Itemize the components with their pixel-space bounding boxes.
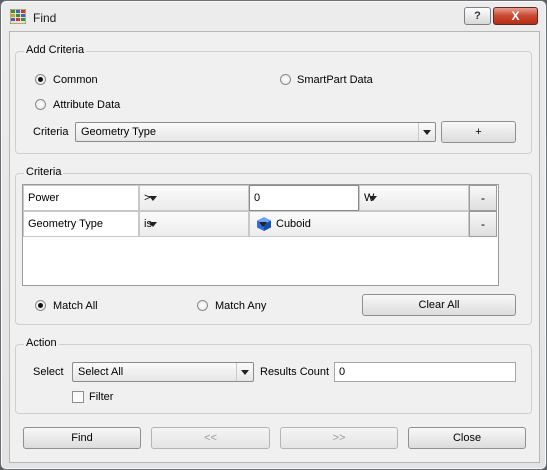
add-criteria-group: Add Criteria Common SmartPart Data Attri…: [15, 44, 532, 154]
radio-smartpart-data[interactable]: [280, 74, 291, 85]
find-label: Find: [71, 432, 93, 444]
help-button[interactable]: ?: [464, 7, 491, 25]
previous-label: <<: [204, 432, 217, 444]
chevron-down-icon: [236, 363, 253, 381]
table-row-2-field[interactable]: Geometry Type: [23, 211, 139, 237]
add-criteria-title: Add Criteria: [24, 44, 87, 56]
close-label: Close: [452, 432, 482, 444]
criteria-label: Criteria: [33, 126, 69, 138]
table-row-1-field[interactable]: Power: [23, 185, 139, 211]
close-icon: X: [511, 9, 520, 23]
table-row-2-operator[interactable]: is: [139, 211, 249, 237]
chevron-down-icon: [144, 212, 162, 236]
radio-smartpart-label[interactable]: SmartPart Data: [297, 74, 373, 86]
dialog-body: Add Criteria Common SmartPart Data Attri…: [9, 31, 540, 463]
radio-common[interactable]: [35, 74, 46, 85]
match-all-label[interactable]: Match All: [53, 300, 98, 312]
criteria-select[interactable]: Geometry Type: [75, 122, 436, 142]
table-row-1-operator[interactable]: >: [139, 185, 249, 211]
next-button[interactable]: >>: [280, 427, 398, 449]
filter-checkbox[interactable]: [72, 391, 84, 403]
radio-match-any[interactable]: [197, 300, 208, 311]
find-button[interactable]: Find: [23, 427, 141, 449]
radio-attribute-label[interactable]: Attribute Data: [53, 99, 120, 111]
close-window-button[interactable]: X: [493, 7, 538, 25]
remove-row-1-button[interactable]: -: [469, 185, 497, 211]
radio-match-all[interactable]: [35, 300, 46, 311]
chevron-down-icon: [254, 212, 272, 236]
table-row-1-value-input[interactable]: 0: [249, 185, 359, 211]
select-mode-select[interactable]: Select All: [72, 362, 254, 382]
next-label: >>: [332, 432, 346, 444]
window-title: Find: [33, 11, 57, 25]
match-any-label[interactable]: Match Any: [215, 300, 266, 312]
criteria-group: Criteria Power > 0 W - Geometry Type is …: [15, 166, 532, 325]
chevron-down-icon: [364, 186, 382, 210]
chevron-down-icon: [418, 123, 435, 141]
app-icon: [10, 9, 26, 24]
results-count-value: 0: [339, 366, 346, 378]
criteria-group-title: Criteria: [24, 166, 64, 178]
criteria-table: Power > 0 W - Geometry Type is Cuboid -: [22, 184, 499, 286]
table-row-2-value-select[interactable]: Cuboid: [249, 211, 469, 237]
row-1-value-text: 0: [254, 192, 261, 204]
row-1-field-text: Power: [28, 192, 60, 204]
row-2-field-text: Geometry Type: [28, 218, 103, 230]
table-row-1-unit[interactable]: W: [359, 185, 469, 211]
select-label: Select: [33, 366, 64, 378]
remove-row-2-button[interactable]: -: [469, 211, 497, 237]
results-count-label: Results Count: [260, 366, 330, 378]
results-count-field: 0: [334, 362, 516, 382]
find-dialog: Find ? X Add Criteria Common SmartPart D…: [0, 0, 547, 470]
chevron-down-icon: [144, 186, 162, 210]
clear-all-label: Clear All: [418, 299, 460, 311]
minus-icon: -: [481, 191, 485, 205]
title-bar[interactable]: Find ? X: [1, 1, 546, 31]
help-icon: ?: [474, 10, 481, 22]
criteria-select-value: Geometry Type: [81, 126, 156, 138]
add-criteria-button[interactable]: +: [441, 121, 516, 143]
plus-icon: +: [475, 126, 482, 138]
filter-label[interactable]: Filter: [89, 391, 113, 403]
radio-attribute-data[interactable]: [35, 99, 46, 110]
row-2-value-text: Cuboid: [276, 218, 311, 230]
select-mode-value: Select All: [78, 366, 124, 378]
action-group: Action Select Select All Results Count 0…: [15, 337, 532, 414]
action-group-title: Action: [24, 337, 59, 349]
close-button[interactable]: Close: [408, 427, 526, 449]
previous-button[interactable]: <<: [151, 427, 270, 449]
minus-icon: -: [481, 217, 485, 231]
clear-all-button[interactable]: Clear All: [362, 294, 516, 316]
radio-common-label[interactable]: Common: [53, 74, 98, 86]
